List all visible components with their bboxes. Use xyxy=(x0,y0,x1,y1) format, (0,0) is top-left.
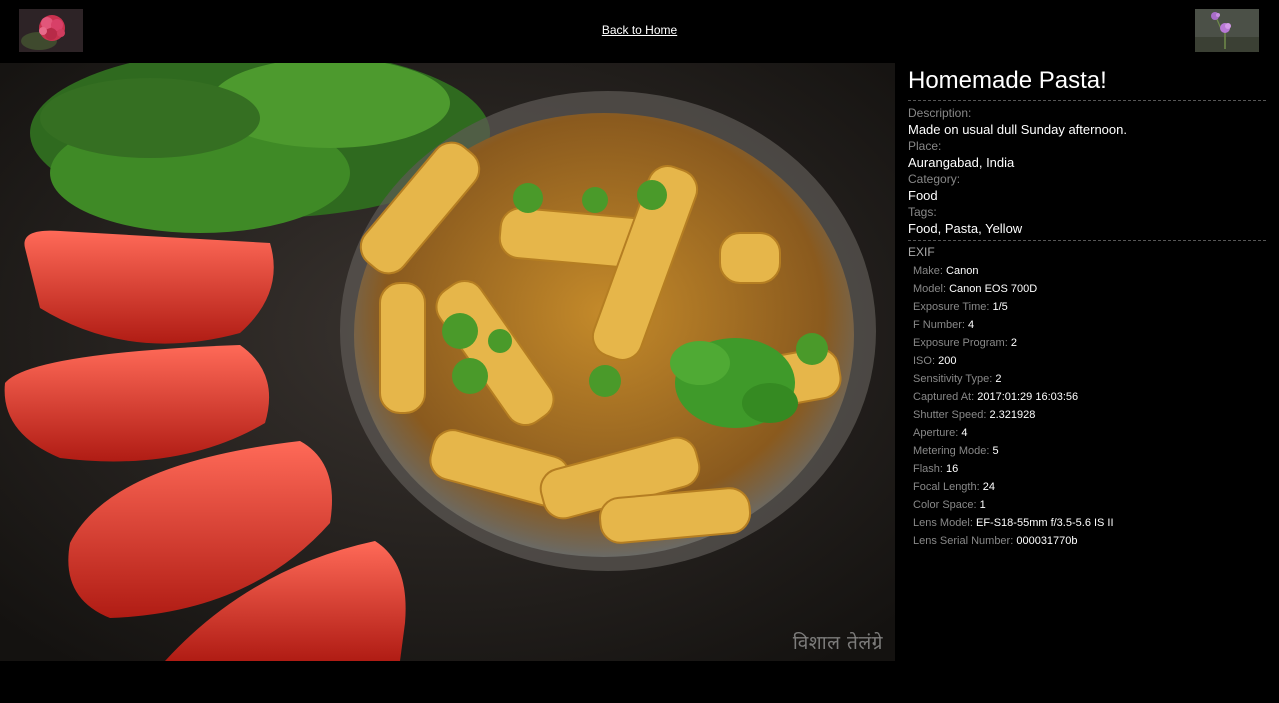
main-photo: विशाल तेलंग्रे xyxy=(0,63,895,661)
exif-key: Metering Mode: xyxy=(913,445,990,457)
place-label: Place: xyxy=(908,139,942,153)
exif-value: 24 xyxy=(982,481,995,493)
photo-info-panel: Homemade Pasta! Description: Made on usu… xyxy=(908,66,1266,550)
exif-row: Make: Canon xyxy=(913,262,1266,280)
exif-row: Model: Canon EOS 700D xyxy=(913,280,1266,298)
photo-title: Homemade Pasta! xyxy=(908,66,1266,101)
exif-row: Metering Mode: 5 xyxy=(913,442,1266,460)
exif-row: Shutter Speed: 2.321928 xyxy=(913,406,1266,424)
exif-value: 1/5 xyxy=(992,301,1008,313)
tags-label: Tags: xyxy=(908,205,937,219)
category-label: Category: xyxy=(908,172,961,186)
exif-row: Captured At: 2017:01:29 16:03:56 xyxy=(913,388,1266,406)
exif-heading: EXIF xyxy=(908,245,935,259)
next-photo-thumbnail[interactable] xyxy=(1195,9,1259,52)
photo-watermark: विशाल तेलंग्रे xyxy=(792,632,883,654)
exif-row: Lens Model: EF-S18-55mm f/3.5-5.6 IS II xyxy=(913,514,1266,532)
exif-value: 2 xyxy=(1010,337,1017,349)
exif-value: Canon xyxy=(946,265,979,277)
flower-thumbnail-icon xyxy=(1195,9,1259,52)
exif-key: Flash: xyxy=(913,463,943,475)
exif-key: Lens Serial Number: xyxy=(913,535,1014,547)
place-value: Aurangabad, India xyxy=(908,155,1015,170)
exif-row: Aperture: 4 xyxy=(913,424,1266,442)
exif-value: EF-S18-55mm f/3.5-5.6 IS II xyxy=(976,517,1114,529)
exif-key: Aperture: xyxy=(913,427,959,439)
exif-key: Model: xyxy=(913,283,947,295)
exif-value: 4 xyxy=(961,427,968,439)
exif-key: Shutter Speed: xyxy=(913,409,987,421)
description-value: Made on usual dull Sunday afternoon. xyxy=(908,122,1127,137)
exif-value: 16 xyxy=(946,463,959,475)
exif-key: Make: xyxy=(913,265,943,277)
exif-value: 000031770b xyxy=(1016,535,1078,547)
exif-row: Sensitivity Type: 2 xyxy=(913,370,1266,388)
exif-key: Exposure Program: xyxy=(913,337,1008,349)
exif-value: Canon EOS 700D xyxy=(949,283,1038,295)
tags-value: Food, Pasta, Yellow xyxy=(908,221,1023,236)
exif-key: ISO: xyxy=(913,355,936,367)
exif-row: Lens Serial Number: 000031770b xyxy=(913,532,1266,550)
back-to-home-link[interactable]: Back to Home xyxy=(0,23,1279,37)
exif-key: Sensitivity Type: xyxy=(913,373,993,385)
top-navigation-bar: Back to Home xyxy=(0,0,1279,63)
pasta-photo xyxy=(0,63,895,661)
exif-row: Exposure Program: 2 xyxy=(913,334,1266,352)
exif-value: 1 xyxy=(979,499,986,511)
exif-list: Make: Canon Model: Canon EOS 700D Exposu… xyxy=(913,262,1266,550)
exif-row: F Number: 4 xyxy=(913,316,1266,334)
exif-key: Lens Model: xyxy=(913,517,973,529)
exif-row: Flash: 16 xyxy=(913,460,1266,478)
exif-key: Focal Length: xyxy=(913,481,980,493)
exif-value: 5 xyxy=(992,445,999,457)
exif-key: F Number: xyxy=(913,319,965,331)
exif-key: Color Space: xyxy=(913,499,977,511)
exif-row: Color Space: 1 xyxy=(913,496,1266,514)
description-label: Description: xyxy=(908,106,972,120)
exif-row: Focal Length: 24 xyxy=(913,478,1266,496)
exif-value: 200 xyxy=(938,355,957,367)
photo-metadata: Description: Made on usual dull Sunday a… xyxy=(908,101,1266,241)
category-value: Food xyxy=(908,188,938,203)
exif-key: Exposure Time: xyxy=(913,301,990,313)
exif-row: Exposure Time: 1/5 xyxy=(913,298,1266,316)
exif-row: ISO: 200 xyxy=(913,352,1266,370)
exif-value: 2.321928 xyxy=(989,409,1036,421)
exif-value: 2 xyxy=(995,373,1002,385)
exif-value: 4 xyxy=(968,319,975,331)
exif-value: 2017:01:29 16:03:56 xyxy=(977,391,1079,403)
exif-key: Captured At: xyxy=(913,391,975,403)
